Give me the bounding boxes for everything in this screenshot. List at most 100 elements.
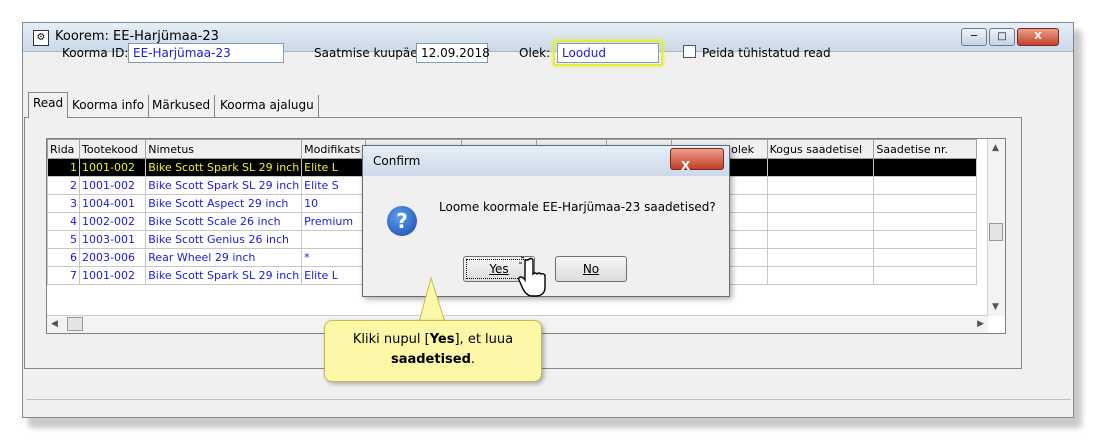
table-cell[interactable]: 5 (47, 230, 81, 249)
table-cell[interactable]: 1001-002 (79, 176, 147, 195)
table-cell[interactable]: 3 (47, 194, 81, 213)
callout-line-1: Kliki nupul [Yes], et luua (325, 330, 541, 350)
table-cell[interactable]: 1001-002 (79, 158, 147, 177)
tab-markused[interactable]: Märkused (148, 95, 216, 117)
col-header[interactable]: Rida (47, 139, 81, 159)
col-header[interactable]: Saadetise nr. (873, 139, 977, 159)
maximize-button[interactable]: □ (989, 28, 1015, 46)
peida-checkbox[interactable] (683, 45, 696, 58)
col-header[interactable]: Kogus saadetisel (766, 139, 875, 159)
table-cell[interactable]: Premium (301, 212, 367, 231)
scroll-up-icon[interactable]: ▲ (992, 143, 999, 153)
vertical-scrollbar[interactable]: ▲ ▼ (987, 139, 1005, 316)
olek-label: Olek: (519, 46, 551, 60)
scroll-right-icon[interactable]: ▶ (977, 319, 984, 329)
table-cell[interactable]: 10 (301, 194, 367, 213)
tab-read[interactable]: Read (28, 92, 69, 118)
table-cell[interactable]: 2 (47, 176, 81, 195)
table-cell[interactable] (766, 266, 875, 285)
minimize-icon: ─ (970, 31, 978, 42)
dialog-message: Loome koormale EE-Harjümaa-23 saadetised… (439, 200, 716, 214)
horizontal-scroll-thumb[interactable] (67, 317, 83, 331)
table-cell[interactable]: 7 (47, 266, 81, 285)
minimize-button[interactable]: ─ (961, 28, 987, 46)
table-cell[interactable] (873, 176, 977, 195)
table-cell[interactable] (766, 230, 875, 249)
table-cell[interactable] (766, 158, 875, 177)
tab-koorma-ajalugu[interactable]: Koorma ajalugu (216, 95, 319, 117)
table-cell (146, 285, 302, 303)
dialog-close-button[interactable]: X (670, 148, 724, 173)
table-cell[interactable] (766, 176, 875, 195)
table-cell[interactable] (766, 212, 875, 231)
table-cell[interactable]: 2003-006 (79, 248, 147, 267)
olek-highlight: Loodud (553, 40, 663, 66)
table-cell[interactable]: 1001-002 (79, 266, 147, 285)
question-icon: ? (387, 206, 417, 236)
close-icon: X (1034, 31, 1042, 42)
table-cell[interactable]: 1003-001 (79, 230, 147, 249)
koorma-id-label: Koorma ID: (62, 46, 129, 60)
app-icon: ⚙ (33, 30, 49, 46)
callout-text: ], et luua (454, 332, 514, 347)
table-cell[interactable] (873, 266, 977, 285)
table-cell[interactable]: Rear Wheel 29 inch (145, 248, 303, 267)
table-cell[interactable]: Elite L (301, 158, 367, 177)
table-cell (302, 285, 366, 303)
dialog-title: Confirm (373, 154, 421, 168)
scroll-left-icon[interactable]: ◀ (51, 319, 58, 329)
callout-line-2: saadetised. (325, 350, 541, 370)
table-cell[interactable] (873, 194, 977, 213)
koorma-id-field[interactable]: EE-Harjümaa-23 (128, 43, 284, 63)
tab-koorma-info[interactable]: Koorma info (68, 95, 150, 117)
no-button[interactable]: No (555, 256, 627, 282)
table-cell[interactable]: Bike Scott Spark SL 29 inch (145, 158, 303, 177)
table-cell[interactable] (873, 248, 977, 267)
col-header[interactable]: Modifikats (301, 139, 367, 159)
table-cell[interactable] (873, 230, 977, 249)
no-label: No (582, 262, 600, 276)
table-cell[interactable]: Bike Scott Aspect 29 inch (145, 194, 303, 213)
yes-label: Yes (489, 262, 509, 276)
col-header[interactable]: Nimetus (145, 139, 303, 159)
window-title: Koorem: EE-Harjümaa-23 (55, 29, 219, 44)
table-cell (767, 285, 874, 303)
col-header[interactable]: Tootekood (79, 139, 147, 159)
table-cell[interactable]: Bike Scott Spark SL 29 inch (145, 176, 303, 195)
vertical-scroll-thumb[interactable] (989, 223, 1003, 241)
table-cell (874, 285, 977, 303)
close-icon: X (681, 159, 691, 173)
maximize-icon: □ (997, 31, 1007, 42)
olek-field[interactable]: Loodud (557, 43, 659, 63)
callout-bold: saadetised (390, 352, 471, 367)
table-cell[interactable]: Elite L (301, 266, 367, 285)
table-cell[interactable] (766, 248, 875, 267)
table-cell (80, 285, 146, 303)
table-cell[interactable]: Elite S (301, 176, 367, 195)
scroll-down-icon[interactable]: ▼ (992, 302, 999, 312)
callout-pointer (418, 276, 446, 323)
status-bar (26, 399, 1071, 414)
table-cell[interactable]: 6 (47, 248, 81, 267)
dialog-title-bar: Confirm X (363, 146, 729, 176)
table-cell[interactable] (301, 230, 367, 249)
peida-label: Peida tühistatud read (702, 46, 831, 60)
close-button[interactable]: X (1017, 28, 1059, 46)
table-cell[interactable]: 4 (47, 212, 81, 231)
table-cell[interactable]: Bike Scott Genius 26 inch (145, 230, 303, 249)
callout-text: . (470, 352, 476, 367)
help-callout: Kliki nupul [Yes], et luua saadetised. (324, 320, 542, 382)
table-cell (48, 285, 80, 303)
table-cell[interactable]: 1 (47, 158, 81, 177)
saatmise-kuupaev-field[interactable]: 12.09.2018 (416, 43, 490, 63)
callout-bold: Yes (429, 332, 455, 347)
table-cell[interactable] (766, 194, 875, 213)
table-cell[interactable]: * (301, 248, 367, 267)
table-cell[interactable] (873, 212, 977, 231)
table-cell[interactable]: Bike Scott Scale 26 inch (145, 212, 303, 231)
table-cell[interactable]: 1004-001 (79, 194, 147, 213)
table-cell[interactable]: Bike Scott Spark SL 29 inch (145, 266, 303, 285)
hand-pointer-icon (518, 256, 546, 297)
table-cell[interactable] (873, 158, 977, 177)
table-cell[interactable]: 1002-002 (79, 212, 147, 231)
